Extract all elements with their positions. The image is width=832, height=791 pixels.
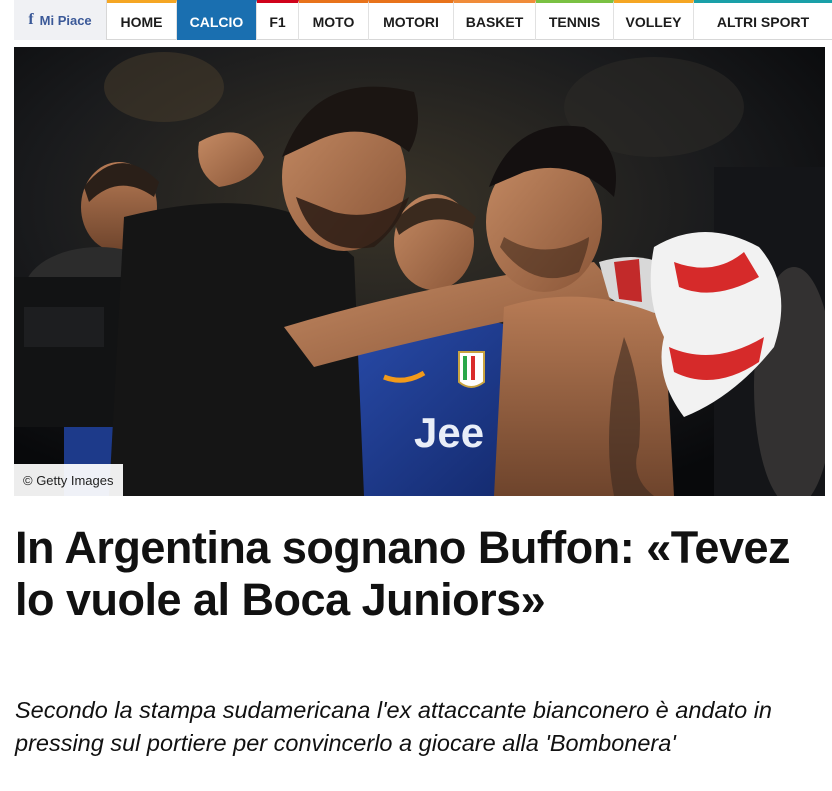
nav-item-f1[interactable]: F1 xyxy=(257,0,299,40)
nav-item-volley[interactable]: VOLLEY xyxy=(614,0,694,40)
article-title: In Argentina sognano Buffon: «Tevez lo v… xyxy=(15,522,791,625)
nav-label: MOTO xyxy=(312,13,355,30)
nav-label: BASKET xyxy=(465,13,524,30)
nav-item-altri-sport[interactable]: ALTRI SPORT xyxy=(694,0,832,40)
main-navigation: f Mi Piace HOME CALCIO F1 MOTO MOTORI BA… xyxy=(14,0,832,40)
nav-label: F1 xyxy=(269,13,286,30)
photo-credit: © Getty Images xyxy=(14,464,123,496)
facebook-like-button[interactable]: f Mi Piace xyxy=(14,0,107,40)
hero-illustration: Jee xyxy=(14,47,825,496)
nav-item-motori[interactable]: MOTORI xyxy=(369,0,454,40)
nav-item-basket[interactable]: BASKET xyxy=(454,0,536,40)
nav-item-calcio[interactable]: CALCIO xyxy=(177,0,257,40)
nav-label: VOLLEY xyxy=(625,13,682,30)
article-subtitle: Secondo la stampa sudamericana l'ex atta… xyxy=(15,697,772,756)
nav-label: CALCIO xyxy=(189,13,244,30)
nav-item-home[interactable]: HOME xyxy=(107,0,177,40)
facebook-icon: f xyxy=(28,11,34,28)
nav-item-moto[interactable]: MOTO xyxy=(299,0,369,40)
nav-label: TENNIS xyxy=(548,13,601,30)
nav-label: ALTRI SPORT xyxy=(716,13,810,30)
hero-photo[interactable]: Jee xyxy=(14,47,825,496)
nav-label: HOME xyxy=(120,13,163,30)
jersey-sponsor-text: Jee xyxy=(414,409,484,456)
nav-label: MOTORI xyxy=(383,13,439,30)
like-label: Mi Piace xyxy=(39,12,92,28)
nav-item-tennis[interactable]: TENNIS xyxy=(536,0,614,40)
